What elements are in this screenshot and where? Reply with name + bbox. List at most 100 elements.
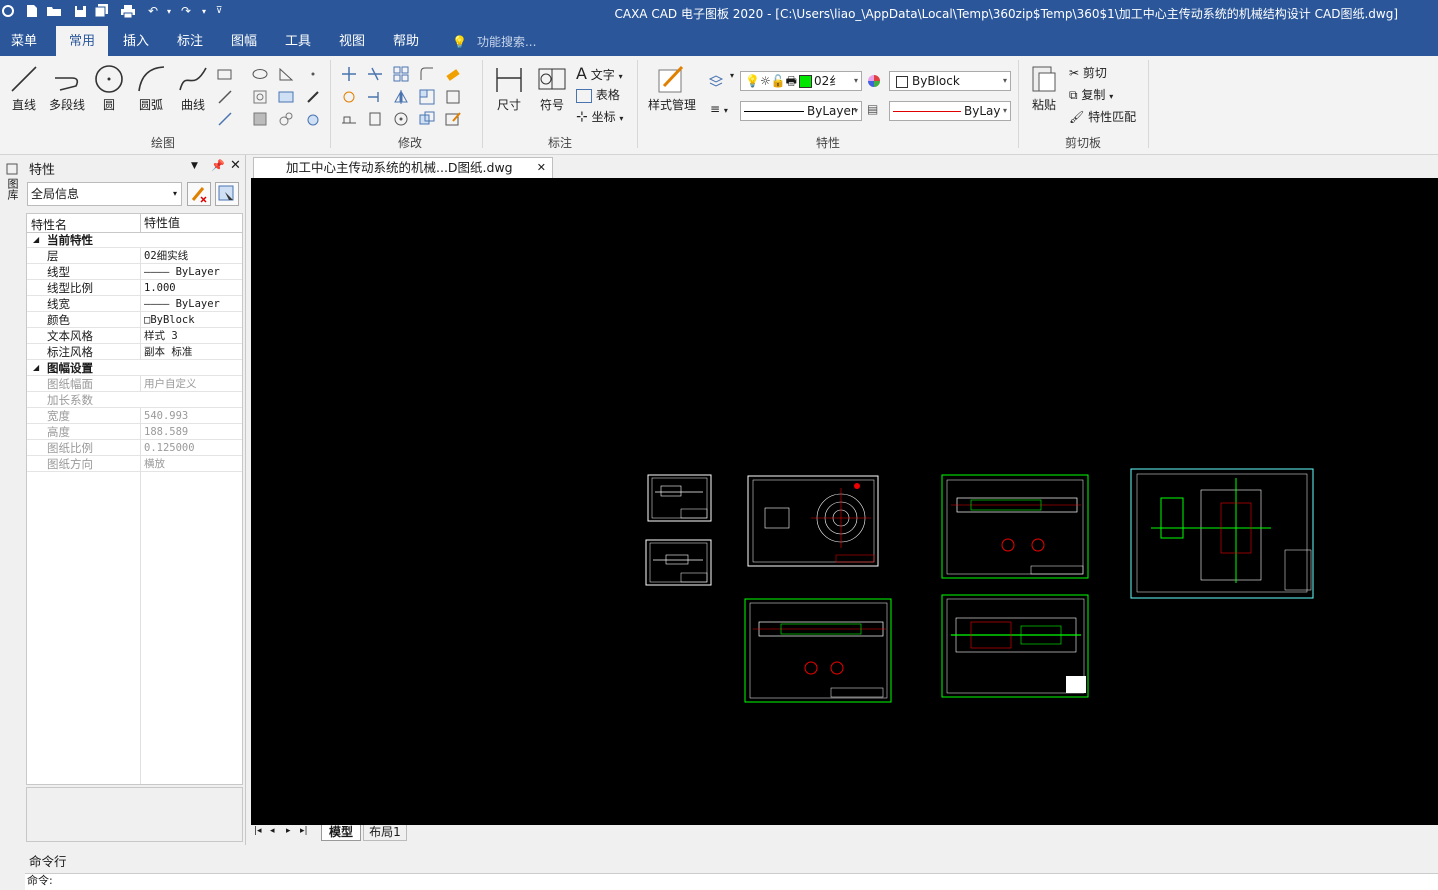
property-value[interactable]: □ByBlock [140,312,241,328]
drawing-sheet[interactable] [647,474,712,522]
close-icon[interactable]: ✕ [230,158,241,173]
polygon-icon[interactable] [278,66,294,82]
symbol-button[interactable]: 符号 [533,60,571,113]
circle-button[interactable]: 圆 [93,60,125,113]
fillet-icon[interactable] [419,66,435,82]
mirror-icon[interactable] [393,89,409,105]
tab-layout1[interactable]: 布局1 [363,825,407,841]
property-row[interactable]: 颜色 □ByBlock [27,312,242,328]
property-row[interactable]: 线型 ———— ByLayer [27,264,242,280]
curve-button[interactable]: 曲线 [175,60,211,113]
tab-insert[interactable]: 插入 [112,26,160,56]
stretch-icon[interactable] [341,111,357,127]
copy-object-icon[interactable] [419,111,435,127]
redo-icon[interactable]: ↷ [178,3,194,19]
linewidth-select[interactable]: ByLay ▾ [889,101,1011,121]
eraser-icon[interactable] [445,66,461,82]
tab-home[interactable]: 常用 [56,26,108,56]
rectangle-icon[interactable] [217,66,233,82]
drawing-sheet[interactable] [941,594,1089,698]
save-all-icon[interactable] [94,3,110,19]
cut-button[interactable]: ✂ 剪切 [1069,64,1107,81]
document-tab[interactable]: 加工中心主传动系统的机械...D图纸.dwg ✕ [253,157,553,178]
cloud-icon[interactable] [305,111,321,127]
pin-icon[interactable]: 📌 [211,159,225,172]
new-file-icon[interactable] [24,3,40,19]
prev-layout-icon[interactable]: ◂ [270,826,275,836]
collapse-icon[interactable]: ◢ [33,232,39,248]
select-objects-button[interactable] [215,182,239,206]
drawing-sheet[interactable] [1130,468,1314,599]
layer-manager-dropdown-icon[interactable]: ▾ [730,71,734,80]
explode-icon[interactable] [367,111,383,127]
color-select[interactable]: ByBlock ▾ [889,71,1011,91]
ellipse-icon[interactable] [252,66,268,82]
rotate-icon[interactable] [341,89,357,105]
print-icon[interactable] [120,3,136,19]
array-icon[interactable] [393,66,409,82]
chamfer-icon[interactable] [393,111,409,127]
linetype-select[interactable]: ByLayer ▾ [740,101,862,121]
extend-icon[interactable] [367,89,383,105]
coord-button[interactable]: ⊹ 坐标 ▾ [576,108,623,125]
tab-model[interactable]: 模型 [321,825,361,841]
scope-select[interactable]: 全局信息 ▾ [27,182,182,206]
first-layout-icon[interactable]: |◂ [254,826,262,836]
undo-dropdown-icon[interactable]: ▾ [161,3,177,19]
construction-line-icon[interactable] [217,111,233,127]
hatch-icon[interactable] [252,89,268,105]
property-value[interactable]: 副本 标准 [140,344,241,360]
table-button[interactable]: 表格 [576,86,620,103]
collapse-icon[interactable]: ◢ [33,360,39,376]
drawing-area[interactable] [251,178,1438,825]
property-row[interactable]: 线型比例 1.000 [27,280,242,296]
open-folder-icon[interactable] [46,3,62,19]
region-icon[interactable] [252,111,268,127]
save-icon[interactable] [72,3,88,19]
last-layout-icon[interactable]: ▸| [300,826,308,836]
offset-icon[interactable] [445,89,461,105]
next-layout-icon[interactable]: ▸ [286,826,291,836]
paste-button[interactable]: 粘贴 [1026,60,1062,113]
tab-annotate[interactable]: 标注 [166,26,214,56]
point-icon[interactable] [305,66,321,82]
centerline-icon[interactable] [217,89,233,105]
copy-button[interactable]: ⧉ 复制 ▾ [1069,86,1113,103]
layer-manager-icon[interactable] [708,73,724,89]
feature-search[interactable]: 💡 功能搜索... [452,26,536,56]
property-value[interactable]: ———— ByLayer [140,296,241,312]
customize-qat-icon[interactable]: ⊽ [211,3,227,19]
tab-menu[interactable]: 菜单 [0,26,48,56]
scale-icon[interactable] [419,89,435,105]
color-wheel-icon[interactable] [867,74,883,90]
property-value[interactable]: 1.000 [140,280,241,296]
drawing-sheet[interactable] [747,475,879,567]
edit-icon[interactable] [445,111,461,127]
polyline-button[interactable]: 多段线 [45,60,89,113]
property-value[interactable]: 02细实线 [140,248,241,264]
library-tab[interactable]: 图库 [5,163,19,203]
property-row[interactable]: 层 02细实线 [27,248,242,264]
property-category[interactable]: ◢ 图幅设置 [27,360,242,376]
tab-help[interactable]: 帮助 [382,26,430,56]
close-tab-icon[interactable]: ✕ [537,158,546,178]
tab-tools[interactable]: 工具 [274,26,322,56]
command-input[interactable]: 命令: [25,873,1438,890]
tab-sheet[interactable]: 图幅 [220,26,268,56]
property-row[interactable]: 线宽 ———— ByLayer [27,296,242,312]
pointer-icon[interactable] [305,89,321,105]
move-icon[interactable] [341,66,357,82]
match-properties-button[interactable]: 🖌 特性匹配 [1069,108,1136,125]
drawing-sheet[interactable] [744,598,892,703]
property-value[interactable]: ———— ByLayer [140,264,241,280]
redo-dropdown-icon[interactable]: ▾ [196,3,212,19]
property-row[interactable]: 标注风格 副本 标准 [27,344,242,360]
property-row[interactable]: 文本风格 样式 3 [27,328,242,344]
style-manager-button[interactable]: 样式管理 [642,60,702,113]
linewidth-settings-icon[interactable]: ▤ [867,102,878,116]
app-icon[interactable] [0,3,16,19]
panel-menu-icon[interactable]: ▼ [191,161,198,171]
boundary-icon[interactable] [278,111,294,127]
property-value[interactable]: 样式 3 [140,328,241,344]
drawing-sheet[interactable] [941,474,1089,579]
